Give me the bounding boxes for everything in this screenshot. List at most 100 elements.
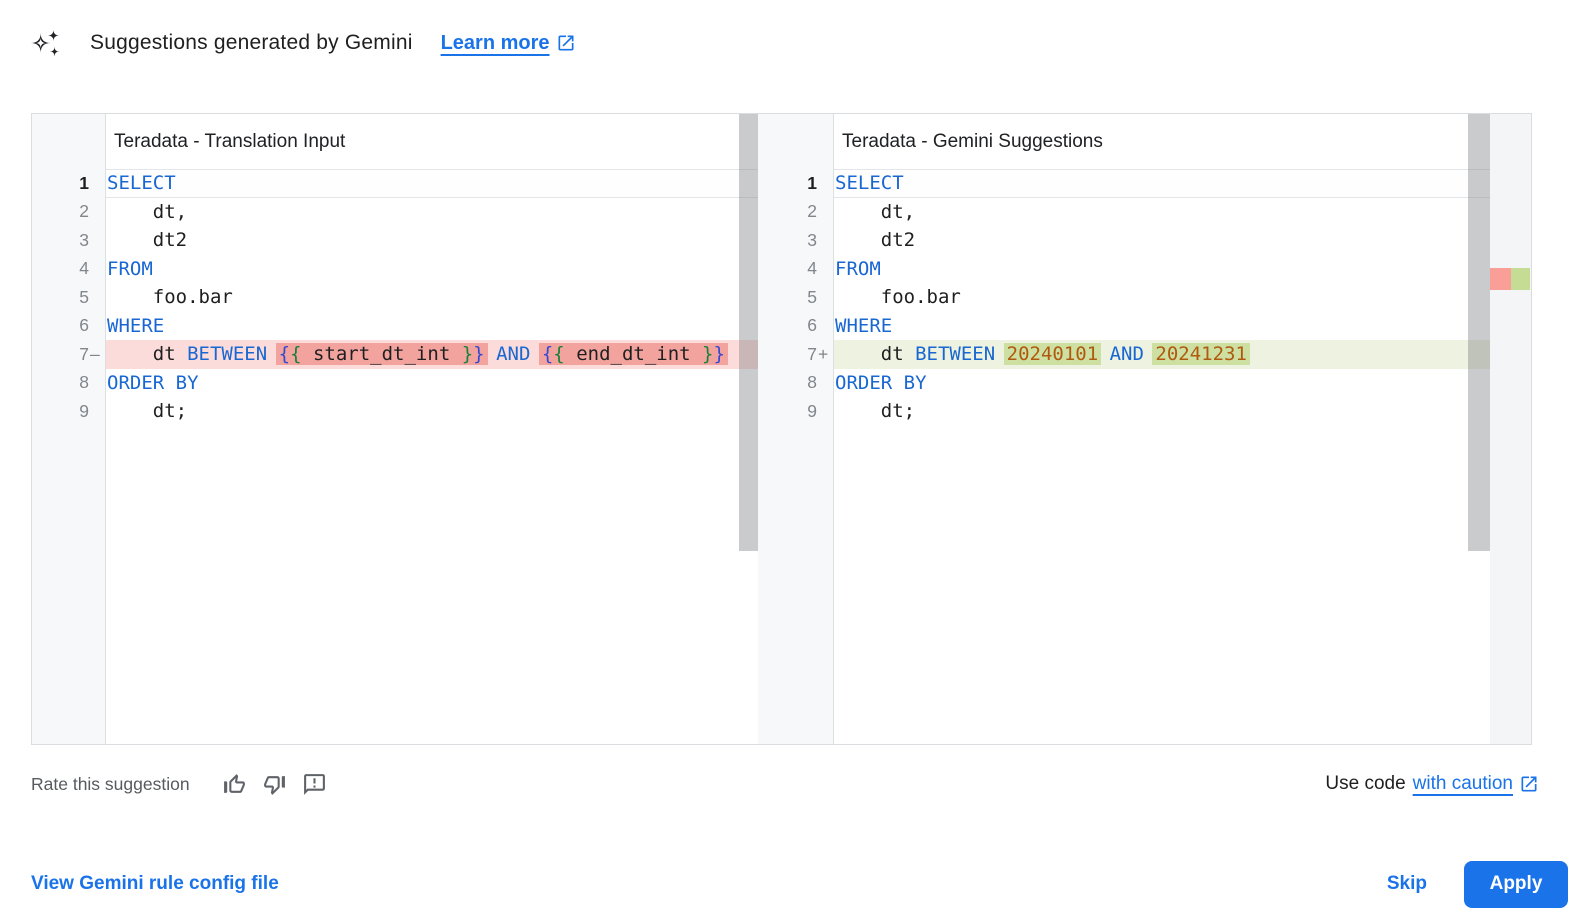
code-line[interactable]: 5 foo.bar bbox=[758, 283, 1490, 312]
token-kw: SELECT bbox=[835, 172, 904, 194]
code-line-content: dt2 bbox=[106, 226, 758, 255]
token-kw: ORDER BY bbox=[107, 372, 199, 394]
token-kw: WHERE bbox=[107, 315, 164, 337]
line-number: 4 bbox=[758, 255, 834, 284]
code-line[interactable]: 5 foo.bar bbox=[32, 283, 758, 312]
code-line-content: foo.bar bbox=[106, 283, 758, 312]
code-line[interactable]: 7– dt BETWEEN {{ start_dt_int }} AND {{ … bbox=[32, 340, 758, 369]
panel-title: Teradata - Gemini Suggestions bbox=[842, 131, 1103, 153]
token-brb: { bbox=[542, 343, 553, 365]
thumbs-down-icon bbox=[262, 772, 287, 797]
line-number: 3 bbox=[32, 226, 106, 255]
line-number-text: 9 bbox=[79, 401, 89, 422]
line-number: 5 bbox=[32, 283, 106, 312]
diff-marker-deletion bbox=[1490, 268, 1511, 290]
token: dt bbox=[153, 343, 176, 365]
token-brb: } bbox=[713, 343, 724, 365]
line-number: 8 bbox=[758, 369, 834, 398]
token-kw: ORDER BY bbox=[835, 372, 927, 394]
line-number: 2 bbox=[32, 198, 106, 227]
open-in-new-icon bbox=[1519, 774, 1539, 794]
token bbox=[176, 343, 187, 365]
token-brb: { bbox=[279, 343, 290, 365]
code-line-content: FROM bbox=[106, 255, 758, 284]
learn-more-link[interactable]: Learn more bbox=[441, 32, 576, 55]
code-line-content: dt, bbox=[106, 198, 758, 227]
apply-button[interactable]: Apply bbox=[1464, 861, 1568, 908]
skip-button[interactable]: Skip bbox=[1387, 873, 1427, 895]
code-editor-suggestions[interactable]: 1SELECT2 dt,3 dt24FROM5 foo.bar6WHERE7+ … bbox=[758, 169, 1490, 426]
open-in-new-icon bbox=[556, 33, 576, 53]
token bbox=[1098, 343, 1109, 365]
token-kw: BETWEEN bbox=[915, 343, 995, 365]
code-line[interactable]: 1SELECT bbox=[758, 169, 1490, 198]
header: Suggestions generated by Gemini Learn mo… bbox=[30, 27, 576, 59]
token-kw: FROM bbox=[835, 258, 881, 280]
code-line[interactable]: 9 dt; bbox=[758, 397, 1490, 426]
token: dt; bbox=[835, 400, 915, 422]
code-line[interactable]: 9 dt; bbox=[32, 397, 758, 426]
code-line[interactable]: 6WHERE bbox=[32, 312, 758, 341]
token-brg: { bbox=[553, 343, 564, 365]
line-number: 2 bbox=[758, 198, 834, 227]
code-line-content: dt; bbox=[106, 397, 758, 426]
scrollbar-thumb[interactable] bbox=[739, 114, 758, 551]
token: foo.bar bbox=[107, 286, 233, 308]
scrollbar-right[interactable] bbox=[1468, 114, 1490, 744]
token-num: 20240101 bbox=[1007, 343, 1099, 365]
code-line-content: ORDER BY bbox=[834, 369, 1490, 398]
diff-overview-ruler bbox=[1490, 114, 1531, 744]
code-line-content: dt, bbox=[834, 198, 1490, 227]
with-caution-link[interactable]: with caution bbox=[1413, 773, 1513, 795]
rate-label: Rate this suggestion bbox=[31, 774, 190, 795]
code-line-content: SELECT bbox=[834, 169, 1490, 198]
token: dt, bbox=[835, 201, 915, 223]
token: dt bbox=[881, 343, 904, 365]
code-line-content: WHERE bbox=[106, 312, 758, 341]
diff-marker-insertion bbox=[1511, 268, 1530, 290]
code-line[interactable]: 3 dt2 bbox=[32, 226, 758, 255]
code-line[interactable]: 7+ dt BETWEEN 20240101 AND 20241231 bbox=[758, 340, 1490, 369]
gemini-spark-icon bbox=[30, 27, 62, 59]
token: dt2 bbox=[835, 229, 915, 251]
line-number: 1 bbox=[758, 169, 834, 198]
feedback-button[interactable] bbox=[302, 771, 328, 797]
line-number: 7– bbox=[32, 340, 106, 369]
line-number-text: 4 bbox=[807, 258, 817, 279]
code-line[interactable]: 1SELECT bbox=[32, 169, 758, 198]
scrollbar-thumb[interactable] bbox=[1468, 114, 1490, 551]
code-line[interactable]: 4 FROM bbox=[758, 255, 1490, 284]
code-line-content: dt BETWEEN 20240101 AND 20241231 bbox=[834, 340, 1490, 369]
code-line[interactable]: 8ORDER BY bbox=[32, 369, 758, 398]
actions-row: View Gemini rule config file Skip Apply bbox=[31, 860, 1568, 908]
view-rule-config-link[interactable]: View Gemini rule config file bbox=[31, 873, 279, 895]
code-line[interactable]: 6 WHERE bbox=[758, 312, 1490, 341]
word-diff-highlight: 20241231 bbox=[1152, 343, 1250, 365]
use-code-text: Use code bbox=[1325, 773, 1405, 795]
thumbs-up-button[interactable] bbox=[222, 771, 248, 797]
token-kw: AND bbox=[1110, 343, 1144, 365]
token-kw: WHERE bbox=[835, 315, 892, 337]
code-line[interactable]: 8ORDER BY bbox=[758, 369, 1490, 398]
code-line[interactable]: 2 dt, bbox=[758, 198, 1490, 227]
panel-title: Teradata - Translation Input bbox=[114, 131, 345, 153]
code-editor-input[interactable]: 1SELECT2 dt,3 dt24FROM5 foo.bar6WHERE7– … bbox=[32, 169, 758, 426]
token: start_dt_int bbox=[302, 343, 462, 365]
code-line[interactable]: 3 dt2 bbox=[758, 226, 1490, 255]
code-line[interactable]: 4 FROM bbox=[32, 255, 758, 284]
code-line-content: foo.bar bbox=[834, 283, 1490, 312]
token-kw: BETWEEN bbox=[187, 343, 267, 365]
scrollbar-left[interactable] bbox=[739, 114, 758, 744]
line-number-text: 4 bbox=[79, 258, 89, 279]
line-number: 6 bbox=[758, 312, 834, 341]
line-number-text: 1 bbox=[79, 173, 89, 194]
page-title: Suggestions generated by Gemini bbox=[90, 31, 413, 55]
line-number-text: 6 bbox=[807, 315, 817, 336]
line-number-text: 3 bbox=[79, 230, 89, 251]
code-line-content: ORDER BY bbox=[106, 369, 758, 398]
line-number-text: 5 bbox=[807, 287, 817, 308]
code-line[interactable]: 2 dt, bbox=[32, 198, 758, 227]
token-kw: AND bbox=[496, 343, 530, 365]
diff-sign: + bbox=[817, 344, 834, 365]
thumbs-down-button[interactable] bbox=[262, 771, 288, 797]
